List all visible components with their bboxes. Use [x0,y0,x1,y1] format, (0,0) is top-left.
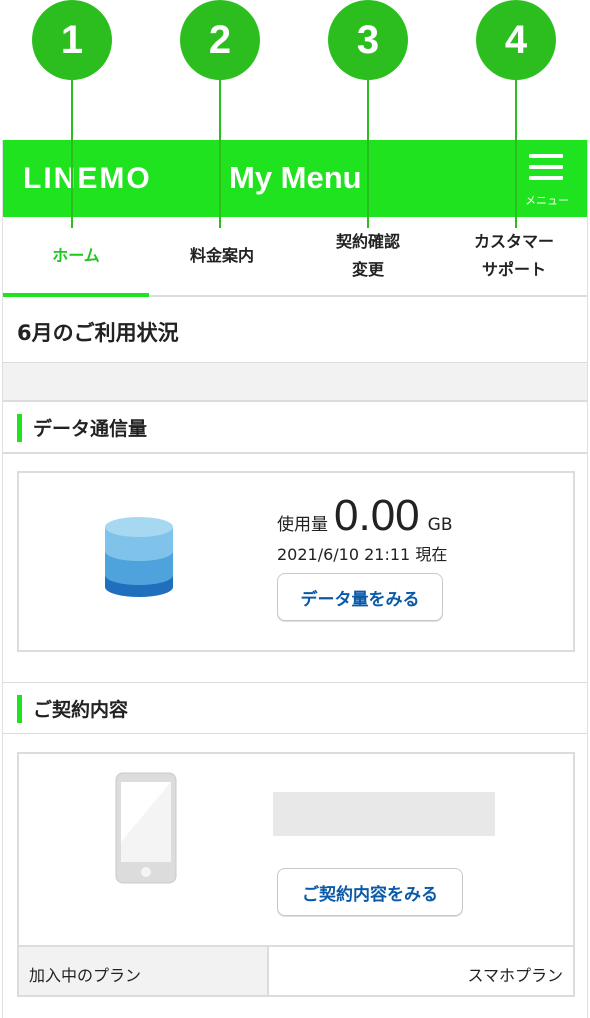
usage-value: 0.00 [334,491,420,540]
callout-marker-1: 1 [32,0,112,80]
usage-label: 使用量 [277,515,328,535]
callout-line-3 [367,78,369,228]
tab-support-label-2: サポート [481,260,546,279]
plan-value: スマホプラン [467,966,563,985]
callout-marker-2: 2 [180,0,260,80]
app-frame: LINEMO My Menu メニュー ホーム 料金案内 契約確認 変更 カスタ… [2,140,588,1018]
tab-support-label-1: カスタマー [473,232,554,251]
view-data-button[interactable]: データ量をみる [277,573,443,621]
callout-marker-3: 3 [328,0,408,80]
tab-contract[interactable]: 契約確認 変更 [295,217,441,295]
plan-row: 加入中のプラン スマホプラン [19,945,573,995]
menu-label: メニュー [525,194,569,207]
callout-line-2 [219,78,221,228]
tab-support[interactable]: カスタマー サポート [441,217,587,295]
linemo-logo[interactable]: LINEMO [23,162,152,196]
data-usage-card: 使用量 0.00 GB 2021/6/10 21:11 現在 データ量をみる [17,471,575,652]
tab-pricing[interactable]: 料金案内 [149,217,295,295]
app-header: LINEMO My Menu メニュー [3,140,587,217]
tab-contract-label-2: 変更 [351,260,384,279]
usage-unit: GB [427,515,453,535]
tab-home-label: ホーム [52,246,100,265]
tab-pricing-label: 料金案内 [189,246,254,265]
callout-line-4 [515,78,517,228]
menu-button[interactable]: メニュー [523,152,573,208]
data-usage-heading: データ通信量 [3,401,587,453]
page-title: My Menu [229,160,362,195]
usage-amount: 使用量 0.00 GB [277,491,452,541]
tab-bar: ホーム 料金案内 契約確認 変更 カスタマー サポート [3,217,587,297]
data-usage-spacer [3,453,587,454]
database-icon [105,517,173,597]
section-divider [3,363,587,401]
view-contract-button[interactable]: ご契約内容をみる [277,868,463,916]
smartphone-icon [115,772,177,884]
usage-section-title: 6月のご利用状況 [3,299,587,363]
contract-heading: ご契約内容 [3,682,587,734]
plan-label: 加入中のプラン [19,947,269,995]
callout-line-1 [71,78,73,228]
tab-home[interactable]: ホーム [3,217,149,297]
contract-card: ご契約内容をみる 加入中のプラン スマホプラン [17,752,575,997]
usage-timestamp: 2021/6/10 21:11 現在 [277,545,448,564]
tab-contract-label-1: 契約確認 [335,232,400,251]
phone-number-placeholder [273,792,495,836]
callout-marker-4: 4 [476,0,556,80]
